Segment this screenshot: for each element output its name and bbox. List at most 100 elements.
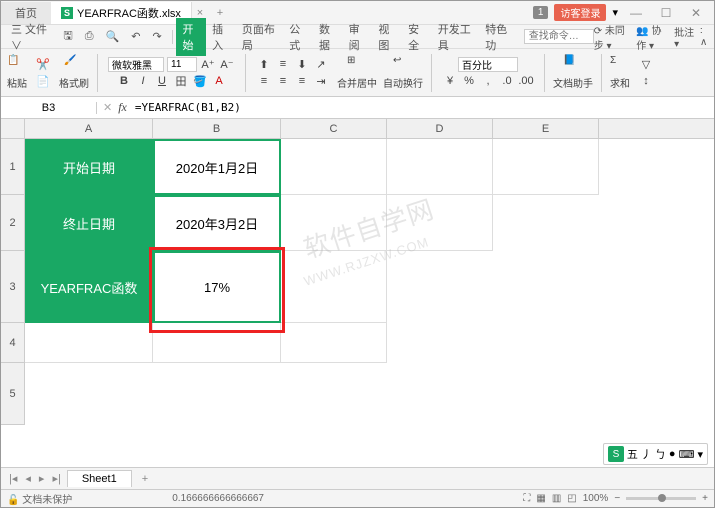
sheet-nav-first-icon[interactable]: |◂ — [7, 472, 19, 485]
col-header-b[interactable]: B — [153, 119, 281, 138]
login-button[interactable]: 访客登录 — [554, 4, 606, 21]
sheet-nav-next-icon[interactable]: ▸ — [37, 472, 47, 485]
ime-dropdown-icon[interactable]: ▾ — [697, 448, 703, 461]
comment-button[interactable]: 批注 ▾ — [674, 24, 696, 50]
ime-toolbar[interactable]: S 五 丿 ㄅ ● ⌨ ▾ — [603, 443, 708, 465]
sort-icon[interactable]: ↕ — [638, 73, 654, 89]
qat-print-icon[interactable]: ⎙ — [79, 27, 100, 46]
filter-icon[interactable]: ▽ — [638, 56, 654, 72]
select-all-corner[interactable] — [1, 119, 25, 139]
fullscreen-icon[interactable]: ◰ — [567, 493, 576, 504]
ime-mode-wubi[interactable]: 五 — [627, 446, 638, 462]
cell-b3[interactable]: 17% — [153, 251, 281, 323]
tab-review[interactable]: 审阅 — [343, 18, 373, 56]
zoom-out-icon[interactable]: − — [614, 493, 620, 504]
tab-view[interactable]: 视图 — [372, 18, 402, 56]
page-view-icon[interactable]: ▥ — [552, 493, 561, 504]
comma-icon[interactable]: , — [480, 73, 496, 89]
formula-input[interactable] — [133, 99, 284, 116]
align-bottom-icon[interactable]: ⬇ — [294, 56, 310, 72]
italic-icon[interactable]: I — [135, 73, 151, 89]
copy-icon[interactable]: 📄 — [35, 73, 51, 89]
cell-c3[interactable] — [281, 251, 387, 323]
command-search-input[interactable] — [524, 29, 594, 44]
close-icon[interactable]: ✕ — [684, 6, 708, 20]
fx-icon[interactable]: fx — [118, 100, 127, 115]
qat-save-icon[interactable]: 🖫 — [57, 24, 78, 49]
font-color-icon[interactable]: A — [211, 73, 227, 89]
row-header-2[interactable]: 2 — [1, 195, 24, 251]
notification-badge[interactable]: 1 — [533, 6, 549, 19]
paste-button[interactable]: 📋 粘贴 — [7, 55, 27, 90]
collab-button[interactable]: 👥 协作 ▾ — [636, 22, 670, 52]
tab-formula[interactable]: 公式 — [283, 18, 313, 56]
tab-dev[interactable]: 开发工具 — [432, 18, 479, 56]
tab-start[interactable]: 开始 — [176, 18, 206, 56]
reading-view-icon[interactable]: ⛶ — [523, 493, 530, 504]
spreadsheet-grid[interactable]: A B C D E 1 2 3 4 5 开始日期 2020年1月2日 终止日期 … — [1, 119, 714, 485]
titlebar-dropdown[interactable]: ▾ — [612, 6, 618, 19]
underline-icon[interactable]: U — [154, 73, 170, 89]
bold-icon[interactable]: B — [116, 73, 132, 89]
row-header-1[interactable]: 1 — [1, 139, 24, 195]
tab-layout[interactable]: 页面布局 — [236, 18, 283, 56]
cell-b4[interactable] — [153, 323, 281, 363]
increase-font-icon[interactable]: A⁺ — [200, 56, 216, 72]
align-left-icon[interactable]: ≡ — [256, 73, 272, 89]
align-center-icon[interactable]: ≡ — [275, 73, 291, 89]
wrap-text-button[interactable]: ↩ 自动换行 — [383, 55, 423, 90]
cancel-formula-icon[interactable]: ✕ — [103, 101, 112, 114]
cell-a4[interactable] — [25, 323, 153, 363]
align-right-icon[interactable]: ≡ — [294, 73, 310, 89]
menu-more-icon[interactable]: ∶ ∧ — [700, 26, 710, 48]
cell-c1[interactable] — [281, 139, 387, 195]
merge-center-button[interactable]: ⊞ 合并居中 — [337, 55, 377, 90]
cell-c4[interactable] — [281, 323, 387, 363]
col-header-d[interactable]: D — [387, 119, 493, 138]
tab-security[interactable]: 安全 — [402, 18, 432, 56]
autosum-button[interactable]: Σ 求和 — [610, 55, 630, 90]
number-format-select[interactable] — [458, 57, 518, 72]
cell-e1[interactable] — [493, 139, 599, 195]
cell-a1[interactable]: 开始日期 — [25, 139, 153, 195]
zoom-in-icon[interactable]: + — [702, 493, 708, 504]
font-family-select[interactable] — [108, 57, 164, 72]
qat-preview-icon[interactable]: 🔍 — [100, 27, 126, 46]
ime-stroke-icon[interactable]: 丿 — [641, 446, 652, 462]
decrease-font-icon[interactable]: A⁻ — [219, 56, 235, 72]
cell-b1[interactable]: 2020年1月2日 — [153, 139, 281, 195]
cell-c2[interactable] — [281, 195, 387, 251]
format-painter-button[interactable]: 🖌️ 格式刷 — [59, 55, 89, 90]
tab-data[interactable]: 数据 — [313, 18, 343, 56]
sheet-nav-last-icon[interactable]: ▸| — [50, 472, 62, 485]
qat-undo-icon[interactable]: ↶ — [125, 27, 146, 46]
ime-record-icon[interactable]: ● — [669, 448, 676, 460]
doc-helper-button[interactable]: 📘 文档助手 — [553, 55, 593, 90]
font-size-select[interactable] — [167, 57, 197, 72]
col-header-c[interactable]: C — [281, 119, 387, 138]
name-box[interactable]: B3 — [1, 102, 97, 114]
cell-b2[interactable]: 2020年3月2日 — [153, 195, 281, 251]
decimal-dec-icon[interactable]: .00 — [518, 73, 534, 89]
percent-icon[interactable]: % — [461, 73, 477, 89]
sheet-nav-prev-icon[interactable]: ◂ — [23, 472, 33, 485]
cell-d2[interactable] — [387, 195, 493, 251]
ime-keyboard-icon[interactable]: ⌨ — [679, 448, 695, 461]
border-icon[interactable]: 田 — [173, 73, 189, 89]
decimal-inc-icon[interactable]: .0 — [499, 73, 515, 89]
col-header-a[interactable]: A — [25, 119, 153, 138]
tab-insert[interactable]: 插入 — [206, 18, 236, 56]
protect-status[interactable]: 🔓 文档未保护 — [7, 491, 72, 506]
row-header-4[interactable]: 4 — [1, 323, 24, 363]
fill-color-icon[interactable]: 🪣 — [192, 73, 208, 89]
cell-a3[interactable]: YEARFRAC函数 — [25, 251, 153, 323]
maximize-icon[interactable]: ☐ — [654, 6, 678, 20]
sheet-tab[interactable]: Sheet1 — [67, 470, 132, 487]
row-header-5[interactable]: 5 — [1, 363, 24, 425]
normal-view-icon[interactable]: ▦ — [536, 493, 545, 504]
row-header-3[interactable]: 3 — [1, 251, 24, 323]
tab-special[interactable]: 特色功 — [479, 18, 518, 56]
orientation-icon[interactable]: ↗ — [313, 56, 329, 72]
file-menu[interactable]: 三 文件 ∨ — [5, 18, 57, 56]
align-middle-icon[interactable]: ≡ — [275, 56, 291, 72]
